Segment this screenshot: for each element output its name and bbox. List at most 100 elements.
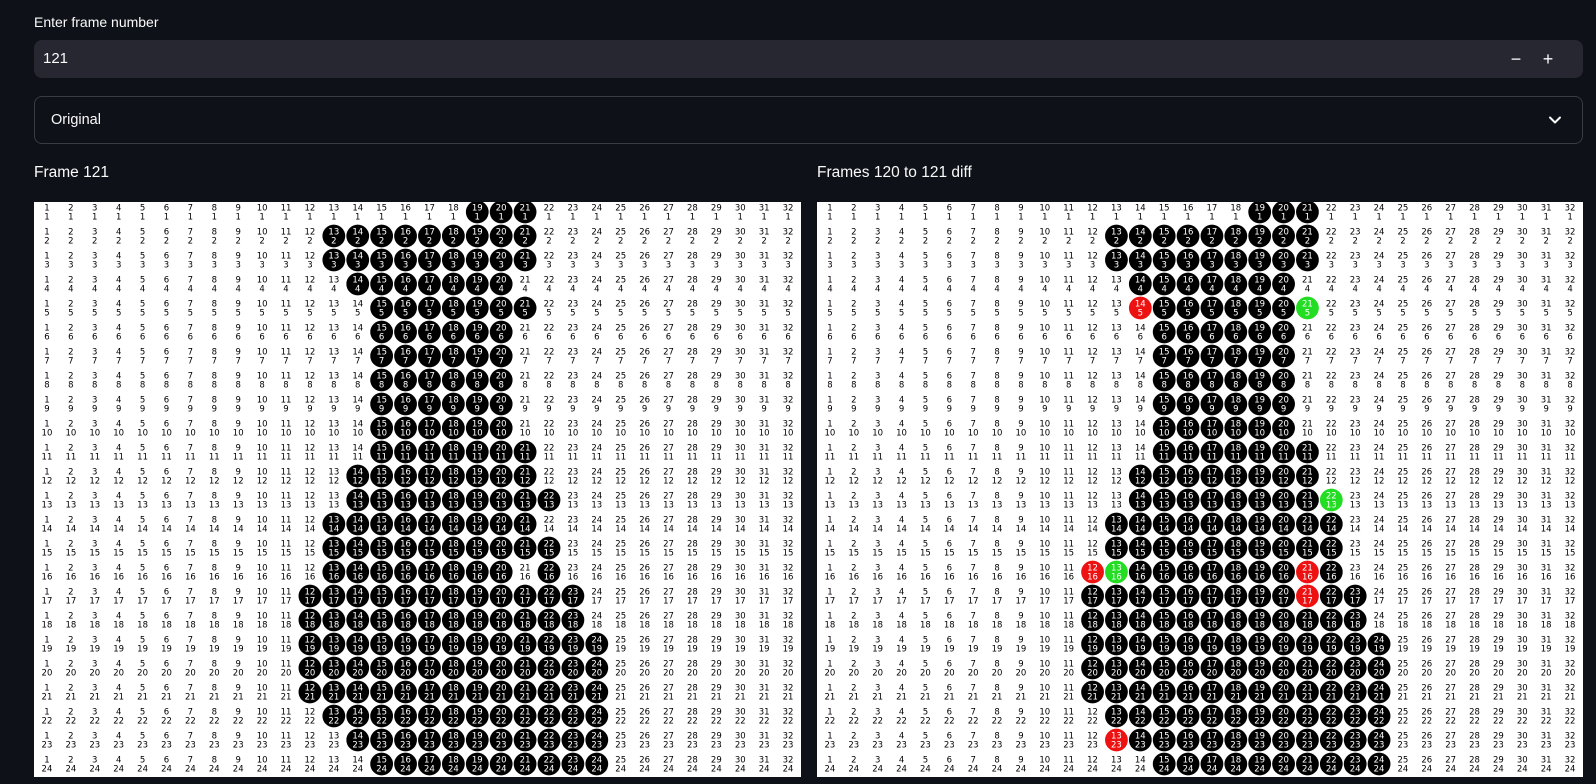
grid-dot-row-label: 17: [185, 597, 196, 607]
grid-dot: 920: [1016, 660, 1027, 679]
grid-dot-row-label: 8: [1018, 381, 1023, 391]
grid-dot: 518: [920, 612, 931, 631]
grid-dot-row-label: 18: [1159, 621, 1170, 631]
grid-dot: 1122: [1063, 708, 1074, 727]
grid-dot: 271: [1445, 204, 1456, 223]
grid-dot: 124: [825, 756, 836, 775]
grid-dot: 1111: [281, 444, 292, 463]
grid-dot-row-label: 19: [992, 645, 1003, 655]
grid-dot-row-label: 14: [89, 525, 100, 535]
grid-dot-filled: 2014: [489, 512, 513, 536]
grid-dot-row-label: 6: [594, 333, 599, 343]
grid-dot-row-label: 9: [235, 405, 240, 415]
grid-dot-filled: 172: [1200, 224, 1224, 248]
grid-dot: 323: [1565, 252, 1576, 271]
grid-dot-row-label: 10: [759, 429, 770, 439]
grid-dot-row-label: 24: [1063, 765, 1074, 775]
frame-number-value[interactable]: 121: [43, 50, 68, 67]
grid-dot-filled: 152: [1152, 224, 1176, 248]
grid-dot: 211: [848, 444, 859, 463]
frame-number-input[interactable]: 121 − +: [34, 40, 1583, 78]
grid-dot-row-label: 3: [140, 261, 145, 271]
grid-dot: 66: [947, 324, 952, 343]
grid-dot: 3121: [1541, 684, 1552, 703]
grid-dot: 2815: [687, 540, 698, 559]
grid-dot-row-label: 12: [352, 477, 363, 487]
grid-dot: 624: [944, 756, 955, 775]
grid-dot: 285: [687, 300, 698, 319]
grid-dot-row-label: 4: [1400, 285, 1405, 295]
grid-dot: 91: [235, 204, 240, 223]
grid-dot-row-label: 12: [944, 477, 955, 487]
grid-dot-filled: 189: [441, 392, 465, 416]
grid-dot-row-label: 15: [1517, 549, 1528, 559]
grid-dot-row-label: 13: [65, 501, 76, 511]
grid-dot-row-label: 5: [738, 309, 743, 319]
grid-dot-row-label: 11: [544, 453, 555, 463]
view-mode-select[interactable]: Original: [34, 96, 1583, 144]
grid-dot-filled: 1912: [465, 464, 489, 488]
grid-dot-filled: 143: [346, 248, 370, 272]
grid-dot-row-label: 11: [1135, 453, 1146, 463]
grid-dot: 710: [185, 420, 196, 439]
grid-dot-filled: 1416: [346, 560, 370, 584]
grid-dot: 69: [947, 396, 952, 415]
grid-dot-filled: 197: [465, 344, 489, 368]
grid-dot-row-label: 11: [735, 453, 746, 463]
grid-dot: 2818: [1469, 612, 1480, 631]
grid-dot-row-label: 9: [1329, 405, 1334, 415]
grid-dot-row-label: 5: [546, 309, 551, 319]
grid-dot-row-label: 22: [1135, 717, 1146, 727]
grid-dot-row-label: 7: [1376, 357, 1381, 367]
grid-dot-row-label: 17: [1565, 597, 1576, 607]
grid-dot: 1214: [305, 516, 316, 535]
grid-dot: 120: [825, 660, 836, 679]
grid-dot-row-label: 15: [735, 549, 746, 559]
grid-dot-row-label: 16: [1039, 573, 1050, 583]
grid-dot: 325: [783, 300, 794, 319]
grid-dot-row-label: 13: [42, 501, 53, 511]
grid-dot: 89: [994, 396, 999, 415]
grid-dot: 233: [1350, 252, 1361, 271]
grid-dot-row-label: 15: [663, 549, 674, 559]
grid-dot-filled: 1512: [370, 464, 394, 488]
grid-dot-row-label: 5: [1018, 309, 1023, 319]
grid-dot: 295: [711, 300, 722, 319]
grid-dot-row-label: 20: [1517, 669, 1528, 679]
grid-dot-filled: 144: [346, 272, 370, 296]
grid-dot-row-label: 24: [257, 765, 268, 775]
decrement-button[interactable]: −: [1500, 40, 1532, 78]
grid-dot-row-label: 11: [567, 453, 578, 463]
grid-dot-filled: 1711: [1200, 440, 1224, 464]
grid-dot-row-label: 16: [472, 573, 483, 583]
grid-dot: 2918: [711, 612, 722, 631]
grid-dot-row-label: 7: [283, 357, 288, 367]
grid-dot-row-label: 16: [1159, 573, 1170, 583]
grid-dot: 21: [68, 204, 73, 223]
increment-button[interactable]: +: [1532, 40, 1564, 78]
grid-dot-row-label: 10: [1445, 429, 1456, 439]
grid-dot: 2211: [544, 444, 555, 463]
grid-dot-row-label: 12: [1541, 477, 1552, 487]
grid-dot-row-label: 10: [1278, 429, 1289, 439]
grid-dot-filled: 194: [1248, 272, 1272, 296]
grid-dot-filled: 155: [1152, 296, 1176, 320]
grid-dot-row-label: 8: [947, 381, 952, 391]
grid-dot: 1112: [281, 468, 292, 487]
grid-dot: 327: [1565, 348, 1576, 367]
grid-dot-row-label: 13: [1469, 501, 1480, 511]
grid-dot-row-label: 11: [42, 453, 53, 463]
grid-dot: 1024: [1039, 756, 1050, 775]
grid-dot: 415: [896, 540, 907, 559]
grid-dot-row-label: 19: [1254, 645, 1265, 655]
grid-dot: 510: [137, 420, 148, 439]
grid-dot-row-label: 10: [896, 429, 907, 439]
grid-dot-row-label: 9: [1042, 405, 1047, 415]
grid-dot-row-label: 6: [212, 333, 217, 343]
grid-dot-row-label: 7: [970, 357, 975, 367]
grid-dot-row-label: 12: [567, 477, 578, 487]
grid-dot-row-label: 7: [994, 357, 999, 367]
grid-dot: 1311: [328, 444, 339, 463]
grid-dot-filled: 173: [1200, 248, 1224, 272]
grid-dot-row-label: 23: [1445, 741, 1456, 751]
